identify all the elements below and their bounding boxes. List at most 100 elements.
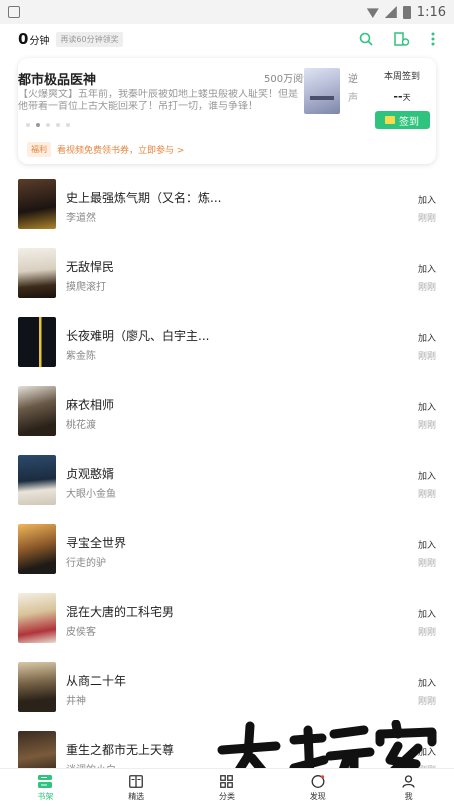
- add-button[interactable]: 加入: [418, 676, 436, 689]
- book-author: 大眼小金鱼: [66, 489, 116, 500]
- more-icon[interactable]: [430, 32, 436, 46]
- add-button[interactable]: 加入: [418, 331, 436, 344]
- book-item[interactable]: 无敌悍民 摸爬滚打 加入 刚刚: [0, 248, 454, 300]
- book-cover[interactable]: [18, 455, 56, 505]
- search-icon[interactable]: [359, 32, 373, 46]
- book-author: 摸爬滚打: [66, 282, 106, 293]
- book-item[interactable]: 麻衣相师 桃花渡 加入 刚刚: [0, 386, 454, 438]
- book-title: 从商二十年: [66, 674, 127, 688]
- book-time: 刚刚: [417, 697, 436, 707]
- status-bar: 1:16: [0, 0, 454, 24]
- grid-icon: [220, 775, 234, 788]
- status-time: 1:16: [416, 4, 446, 20]
- banner-description: 【火爆爽文】五年前，我秦叶辰被如地上蝼虫般被人耻笑！但是五年后， 他带着一首位上…: [18, 89, 298, 113]
- book-author: 紫金陈: [66, 351, 96, 362]
- carousel-indicator: [26, 123, 70, 127]
- tab-bookshelf[interactable]: 书架: [0, 769, 91, 808]
- user-icon: [402, 775, 415, 788]
- banner-book-cover[interactable]: [304, 68, 340, 114]
- banner-next-title: 逆: [348, 74, 358, 85]
- book-cover[interactable]: [18, 386, 56, 436]
- book-item[interactable]: 史上最强炼气期（又名：炼... 李道然 加入 刚刚: [0, 179, 454, 231]
- add-button[interactable]: 加入: [418, 538, 436, 551]
- add-button[interactable]: 加入: [418, 193, 436, 206]
- tab-category[interactable]: 分类: [182, 769, 273, 808]
- signin-button-label: 签到: [399, 116, 419, 128]
- signal-icon: [384, 6, 397, 18]
- book-title: 寻宝全世界: [66, 536, 127, 550]
- recommend-banner[interactable]: 都市极品医神 500万阅读 【火爆爽文】五年前，我秦叶辰被如地上蝼虫般被人耻笑！…: [18, 58, 436, 164]
- banner-desc-line: 他带着一首位上古大能回来了！吊打一切，谁与争锋！: [18, 101, 258, 112]
- book-title: 史上最强炼气期（又名：炼...: [66, 191, 222, 205]
- book-cover[interactable]: [18, 593, 56, 643]
- minutes-value: 0: [18, 30, 29, 48]
- book-item[interactable]: 贞观憨婿 大眼小金鱼 加入 刚刚: [0, 455, 454, 507]
- add-button[interactable]: 加入: [418, 400, 436, 413]
- weekly-signin-panel: 本周签到 --天 签到: [368, 58, 436, 134]
- tab-label: 分类: [218, 792, 235, 801]
- book-author: 皮侯客: [66, 627, 96, 638]
- signin-button[interactable]: 签到: [374, 111, 430, 129]
- book-item[interactable]: 从商二十年 井神 加入 刚刚: [0, 662, 454, 714]
- shelf-manage-icon[interactable]: [394, 32, 409, 46]
- carousel-dot-active: [36, 123, 40, 127]
- signin-days-value: --: [393, 90, 403, 103]
- tab-label: 书架: [37, 792, 54, 801]
- book-title: 混在大唐的工科宅男: [66, 605, 175, 619]
- battery-icon: [402, 5, 411, 19]
- book-title: 重生之都市无上天尊: [66, 743, 175, 757]
- signin-label: 本周签到: [383, 72, 420, 82]
- book-time: 刚刚: [417, 490, 436, 500]
- book-title: 麻衣相师: [66, 398, 115, 412]
- book-author: 行走的驴: [66, 558, 106, 569]
- tab-label: 发现: [309, 792, 326, 801]
- welfare-tag: 福利: [27, 142, 51, 157]
- book-item[interactable]: 长夜难明（廖凡、白宇主... 紫金陈 加入 刚刚: [0, 317, 454, 369]
- book-item[interactable]: 混在大唐的工科宅男 皮侯客 加入 刚刚: [0, 593, 454, 645]
- banner-book-title: 都市极品医神: [18, 73, 97, 88]
- carousel-dot: [26, 123, 30, 127]
- welfare-link[interactable]: 看视频免费领书券，立即参与 >: [57, 143, 184, 156]
- add-button[interactable]: 加入: [418, 262, 436, 275]
- banner-next-desc: 声: [348, 93, 358, 104]
- book-time: 刚刚: [417, 283, 436, 293]
- book-title: 长夜难明（廖凡、白宇主...: [66, 329, 210, 343]
- book-title: 无敌悍民: [66, 260, 115, 274]
- carousel-dot: [46, 123, 50, 127]
- book-cover[interactable]: [18, 524, 56, 574]
- add-button[interactable]: 加入: [418, 607, 436, 620]
- minutes-unit: 分钟: [29, 36, 50, 47]
- book-time: 刚刚: [417, 421, 436, 431]
- book-title: 贞观憨婿: [66, 467, 115, 481]
- book-cover[interactable]: [18, 317, 56, 367]
- ticket-icon: [385, 116, 395, 124]
- book-time: 刚刚: [417, 352, 436, 362]
- banner-desc-line: 【火爆爽文】五年前，我秦叶辰被如地上蝼虫般被人耻笑！但是五年后，: [18, 89, 298, 100]
- bookshelf-header: 0分钟 再读60分钟领奖: [0, 24, 454, 54]
- book-item[interactable]: 寻宝全世界 行走的驴 加入 刚刚: [0, 524, 454, 576]
- tab-featured[interactable]: 精选: [91, 769, 182, 808]
- bookshelf-icon: [38, 775, 53, 788]
- wifi-icon: [366, 8, 379, 18]
- add-button[interactable]: 加入: [418, 469, 436, 482]
- book-cover[interactable]: [18, 248, 56, 298]
- tab-discover[interactable]: 发现: [272, 769, 363, 808]
- book-author: 李道然: [66, 213, 96, 224]
- book-cover[interactable]: [18, 179, 56, 229]
- carousel-dot: [66, 123, 70, 127]
- signin-days-unit: 天: [402, 93, 411, 102]
- tab-label: 精选: [128, 792, 145, 801]
- welfare-row[interactable]: 福利 看视频免费领书券，立即参与 >: [27, 142, 184, 157]
- book-time: 刚刚: [417, 628, 436, 638]
- book-author: 桃花渡: [66, 420, 96, 431]
- book-cover[interactable]: [18, 662, 56, 712]
- book-time: 刚刚: [417, 559, 436, 569]
- compass-icon: [311, 775, 325, 788]
- reading-minutes[interactable]: 0分钟: [18, 30, 49, 48]
- tab-label: 我: [404, 792, 413, 801]
- book-open-icon: [129, 775, 144, 788]
- tab-profile[interactable]: 我: [363, 769, 454, 808]
- notification-icon: [8, 6, 20, 18]
- bottom-tab-bar: 书架 精选 分类 发现 我: [0, 768, 454, 808]
- read-reward-badge[interactable]: 再读60分钟领奖: [56, 31, 123, 47]
